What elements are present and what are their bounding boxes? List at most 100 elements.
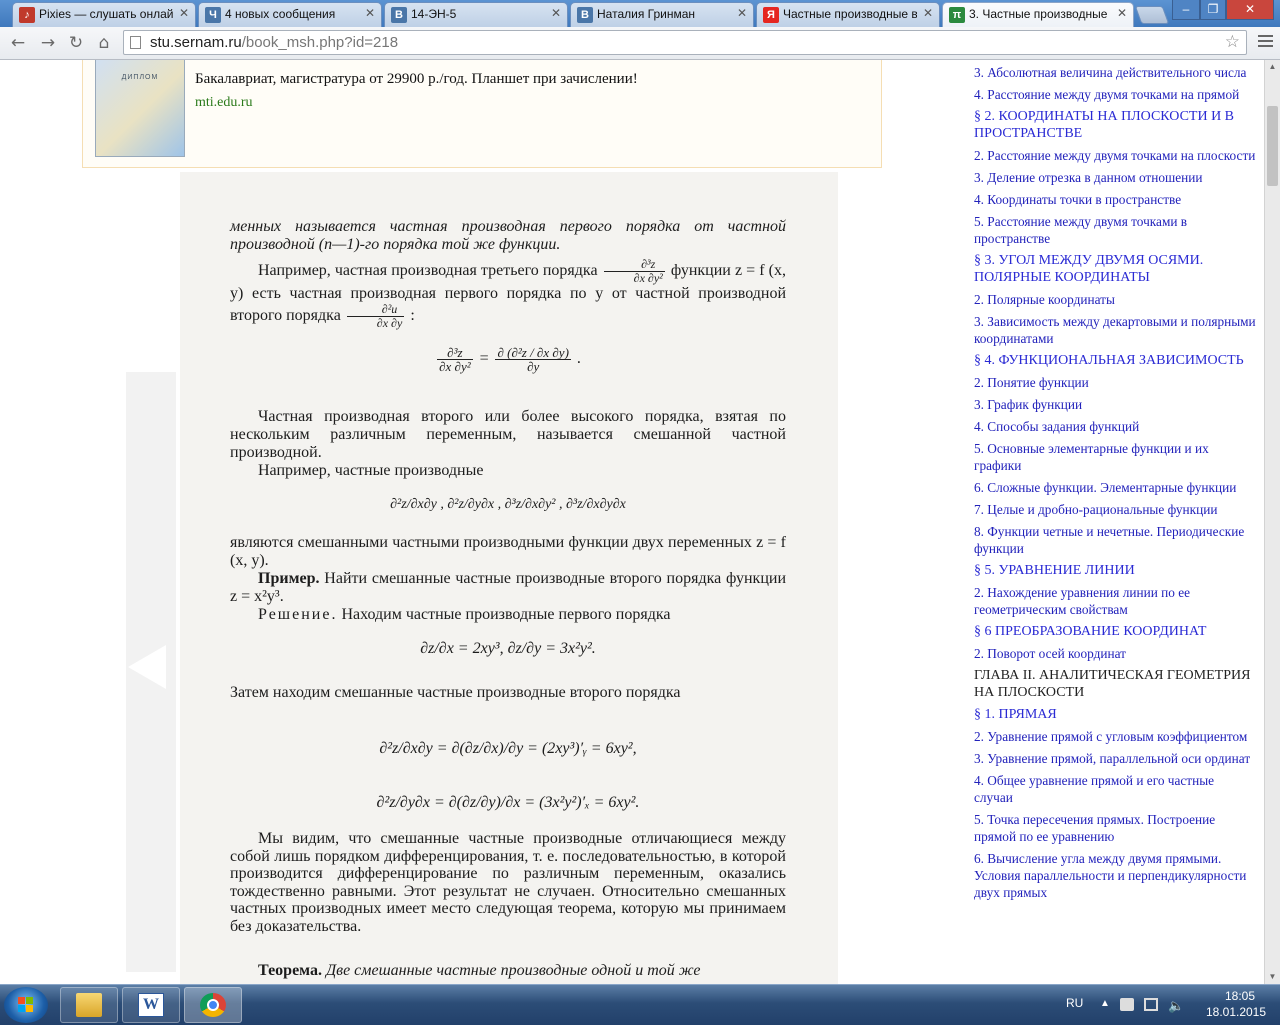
- maximize-button[interactable]: ❐: [1200, 0, 1226, 20]
- tab-3[interactable]: В 14-ЭН-5 ✕: [384, 2, 568, 27]
- toc-section-link[interactable]: § 6 ПРЕОБРАЗОВАНИЕ КООРДИНАТ: [974, 623, 1256, 640]
- prev-page-arrow-icon[interactable]: [128, 645, 166, 689]
- language-indicator[interactable]: RU: [1066, 996, 1083, 1010]
- tab-5[interactable]: Я Частные производные в ✕: [756, 2, 940, 27]
- book-paragraph: Решение. Находим частные производные пер…: [258, 606, 671, 623]
- network-icon[interactable]: [1144, 998, 1158, 1011]
- tab-6[interactable]: π 3. Частные производные ✕: [942, 2, 1134, 27]
- toc-link[interactable]: 6. Сложные функции. Элементарные функции: [974, 479, 1256, 496]
- toc-section-link[interactable]: § 2. КООРДИНАТЫ НА ПЛОСКОСТИ И В ПРОСТРА…: [974, 108, 1256, 142]
- table-of-contents: 3. Абсолютная величина действительного ч…: [974, 64, 1256, 906]
- ad-url[interactable]: mti.edu.ru: [195, 95, 253, 111]
- tab-title: Частные производные в: [783, 7, 917, 21]
- tab-1[interactable]: ♪ Pixies — слушать онлайн ✕: [12, 2, 196, 27]
- toc-link[interactable]: 5. Основные элементарные функции и их гр…: [974, 440, 1256, 474]
- tab-4[interactable]: В Наталия Гринман ✕: [570, 2, 754, 27]
- scrollbar-thumb[interactable]: [1267, 106, 1278, 186]
- bookmark-star-icon[interactable]: ☆: [1225, 32, 1240, 52]
- music-note-icon: ♪: [19, 7, 35, 23]
- toc-link[interactable]: 2. Расстояние между двумя точками на пло…: [974, 147, 1256, 164]
- toc-link[interactable]: 4. Расстояние между двумя точками на пря…: [974, 86, 1256, 103]
- toc-link[interactable]: 4. Общее уравнение прямой и его частные …: [974, 772, 1256, 806]
- home-icon[interactable]: ⌂: [92, 31, 116, 55]
- ad-text: Бакалавриат, магистратура от 29900 р./го…: [195, 71, 638, 87]
- chrome-taskbar-button[interactable]: [184, 987, 242, 1023]
- windows-taskbar: W RU ▲ 🔈 18:05 18.01.2015: [0, 984, 1280, 1025]
- toc-link[interactable]: 3. Деление отрезка в данном отношении: [974, 169, 1256, 186]
- page-content: ДИПЛОМ Бакалавриат, магистратура от 2990…: [0, 60, 1264, 984]
- toc-link[interactable]: 2. Поворот осей координат: [974, 645, 1256, 662]
- tab-2[interactable]: Ч 4 новых сообщения ✕: [198, 2, 382, 27]
- tab-close-icon[interactable]: ✕: [737, 6, 747, 20]
- toc-section-link[interactable]: § 5. УРАВНЕНИЕ ЛИНИИ: [974, 562, 1256, 579]
- clock-time[interactable]: 18:05: [1210, 989, 1270, 1003]
- book-paragraph: Мы видим, что смешанные частные производ…: [230, 830, 787, 935]
- page-icon: [130, 36, 141, 49]
- url-host: stu.sernam.ru: [150, 34, 242, 51]
- book-paragraph: менных называется частная производная пе…: [230, 218, 786, 253]
- book-paragraph: Теорема. Две смешанные частные производн…: [258, 962, 701, 979]
- page-scrollbar[interactable]: ▲ ▼: [1264, 60, 1280, 984]
- toc-link[interactable]: 3. Абсолютная величина действительного ч…: [974, 64, 1256, 81]
- reload-icon[interactable]: ↻: [64, 31, 88, 55]
- action-center-flag-icon[interactable]: [1120, 998, 1134, 1011]
- toc-link[interactable]: 7. Целые и дробно-рациональные функции: [974, 501, 1256, 518]
- back-icon[interactable]: ←: [6, 31, 30, 55]
- tab-title: Pixies — слушать онлайн: [39, 7, 173, 21]
- tab-title: 14-ЭН-5: [411, 7, 457, 21]
- toc-link[interactable]: 4. Координаты точки в пространстве: [974, 191, 1256, 208]
- explorer-taskbar-button[interactable]: [60, 987, 118, 1023]
- close-window-button[interactable]: ✕: [1226, 0, 1274, 20]
- chrome-icon: [200, 993, 226, 1017]
- address-bar[interactable]: stu.sernam.ru/book_msh.php?id=218 ☆: [123, 30, 1247, 55]
- example-label: Пример.: [258, 570, 320, 587]
- tab-close-icon[interactable]: ✕: [179, 6, 189, 20]
- theorem-label: Теорема.: [258, 962, 322, 979]
- toc-link[interactable]: 5. Расстояние между двумя точками в прос…: [974, 213, 1256, 247]
- toc-link[interactable]: 2. Нахождение уравнения линии по ее геом…: [974, 584, 1256, 618]
- ad-block[interactable]: ДИПЛОМ Бакалавриат, магистратура от 2990…: [82, 60, 882, 168]
- forward-icon[interactable]: →: [36, 31, 60, 55]
- toc-link[interactable]: 2. Полярные координаты: [974, 291, 1256, 308]
- toc-link[interactable]: 3. Зависимость между декартовыми и поляр…: [974, 313, 1256, 347]
- word-taskbar-button[interactable]: W: [122, 987, 180, 1023]
- system-tray: RU ▲ 🔈 18:05 18.01.2015: [1060, 985, 1280, 1025]
- vk-icon: В: [577, 7, 593, 23]
- toc-section-link[interactable]: § 4. ФУНКЦИОНАЛЬНАЯ ЗАВИСИМОСТЬ: [974, 352, 1256, 369]
- diploma-image[interactable]: ДИПЛОМ: [95, 60, 185, 157]
- clock-date[interactable]: 18.01.2015: [1196, 1005, 1276, 1019]
- toc-link[interactable]: 3. Уравнение прямой, параллельной оси ор…: [974, 750, 1256, 767]
- formula: ∂²u ∂x ∂y: [346, 303, 405, 330]
- tab-close-icon[interactable]: ✕: [1117, 6, 1127, 20]
- word-icon: W: [138, 993, 164, 1017]
- start-button[interactable]: [4, 987, 48, 1023]
- toc-link[interactable]: 2. Уравнение прямой с угловым коэффициен…: [974, 728, 1256, 745]
- toc-link[interactable]: 2. Понятие функции: [974, 374, 1256, 391]
- toc-link[interactable]: 6. Вычисление угла между двумя прямыми. …: [974, 850, 1256, 901]
- toc-chapter-heading: ГЛАВА II. АНАЛИТИЧЕСКАЯ ГЕОМЕТРИЯ НА ПЛО…: [974, 668, 1251, 700]
- volume-icon[interactable]: 🔈: [1168, 998, 1184, 1013]
- explorer-folder-icon: [76, 993, 102, 1017]
- toc-section-link[interactable]: § 1. ПРЯМАЯ: [974, 706, 1256, 723]
- windows-logo-icon: [18, 997, 34, 1013]
- show-hidden-icons-icon[interactable]: ▲: [1100, 998, 1114, 1011]
- minimize-button[interactable]: –: [1172, 0, 1200, 20]
- browser-toolbar: ← → ↻ ⌂ stu.sernam.ru/book_msh.php?id=21…: [0, 27, 1280, 60]
- tab-title: 4 новых сообщения: [225, 7, 336, 21]
- toc-link[interactable]: 3. График функции: [974, 396, 1256, 413]
- toc-section-link[interactable]: § 3. УГОЛ МЕЖДУ ДВУМЯ ОСЯМИ. ПОЛЯРНЫЕ КО…: [974, 252, 1256, 286]
- display-equation: ∂z/∂x = 2xy³, ∂z/∂y = 3x²y².: [420, 640, 596, 657]
- yandex-icon: Я: [763, 7, 779, 23]
- url-text[interactable]: stu.sernam.ru/book_msh.php?id=218: [150, 34, 398, 51]
- tab-close-icon[interactable]: ✕: [923, 6, 933, 20]
- book-paragraph: Частная производная второго или более вы…: [230, 408, 786, 461]
- chrome-menu-icon[interactable]: [1255, 32, 1275, 52]
- tab-close-icon[interactable]: ✕: [551, 6, 561, 20]
- new-tab-button[interactable]: [1134, 6, 1170, 24]
- toc-link[interactable]: 5. Точка пересечения прямых. Построение …: [974, 811, 1256, 845]
- toc-link[interactable]: 4. Способы задания функций: [974, 418, 1256, 435]
- display-equation: ∂²z/∂x∂y = ∂(∂z/∂x)/∂y = (2xy³)′ᵧ = 6xy²…: [379, 740, 637, 757]
- display-equation: ∂²z/∂y∂x = ∂(∂z/∂y)/∂x = (3x²y²)′ₓ = 6xy…: [376, 794, 640, 811]
- toc-link[interactable]: 8. Функции четные и нечетные. Периодичес…: [974, 523, 1256, 557]
- tab-close-icon[interactable]: ✕: [365, 6, 375, 20]
